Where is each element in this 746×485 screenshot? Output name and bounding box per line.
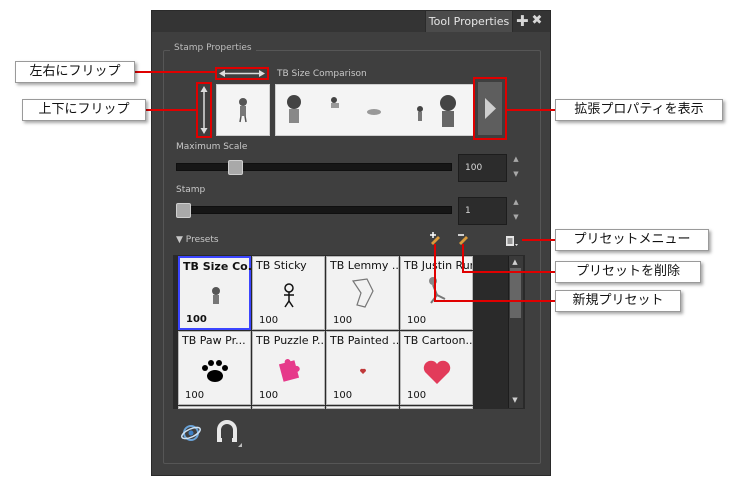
size-comparison-icons xyxy=(287,95,456,127)
maximum-scale-down-icon[interactable]: ▼ xyxy=(512,170,520,178)
magnet-icon[interactable] xyxy=(215,420,243,448)
add-view-icon[interactable]: ✚ xyxy=(516,13,529,29)
delete-preset-button[interactable] xyxy=(456,230,470,245)
menu-icon xyxy=(506,236,518,246)
stamp-down-icon[interactable]: ▼ xyxy=(512,213,520,221)
stick-figure-icon xyxy=(284,283,294,308)
figure-icon xyxy=(239,98,247,123)
new-preset-button[interactable] xyxy=(428,230,442,245)
new-preset-icon xyxy=(430,232,440,245)
preset-tile[interactable]: TB Lemmy ... 100 xyxy=(326,256,399,330)
tab-tool-properties[interactable]: Tool Properties xyxy=(425,11,513,32)
puzzle-icon xyxy=(278,359,300,382)
preset-tile[interactable]: TB Cartoon... 100 xyxy=(400,331,473,405)
presets-label: Presets xyxy=(185,235,219,245)
preset-size: 100 xyxy=(333,390,353,401)
maximum-scale-label: Maximum Scale xyxy=(176,142,248,152)
callout-leader xyxy=(522,239,555,241)
presets-scrollbar-thumb[interactable] xyxy=(510,268,521,318)
delete-preset-icon xyxy=(458,234,468,245)
preset-tile[interactable]: TB Puzzle P... 100 xyxy=(252,331,325,405)
callout-leader xyxy=(434,244,436,302)
callout-flip-vertical: 上下にフリップ xyxy=(22,99,146,121)
paw-icon xyxy=(202,360,228,382)
stamp-preview xyxy=(216,84,270,136)
flip-horizontal-button[interactable] xyxy=(215,67,269,80)
scroll-up-icon[interactable]: ▲ xyxy=(511,258,519,266)
scroll-down-icon[interactable]: ▼ xyxy=(511,396,519,404)
callout-leader xyxy=(135,71,217,73)
preset-size: 100 xyxy=(333,315,353,326)
preset-tile[interactable]: TB Sticky 100 xyxy=(252,256,325,330)
preset-size: 100 xyxy=(407,315,427,326)
show-extended-properties-button[interactable] xyxy=(478,82,502,135)
flip-vertical-button[interactable] xyxy=(196,82,212,138)
preset-tile[interactable]: TB Paw Pr... 100 xyxy=(178,331,251,405)
stamp-slider-track[interactable] xyxy=(176,206,452,214)
preset-menu-button[interactable] xyxy=(505,233,519,246)
callout-leader xyxy=(146,109,198,111)
stamp-field[interactable]: 1 xyxy=(458,197,507,225)
callout-show-extended: 拡張プロパティを表示 xyxy=(555,99,723,121)
size-comparison-label: TB Size Comparison xyxy=(277,69,367,79)
stamp-properties-label: Stamp Properties xyxy=(170,41,256,55)
stamp-up-icon[interactable]: ▲ xyxy=(512,198,520,206)
callout-flip-horizontal: 左右にフリップ xyxy=(15,61,135,83)
presets-toggle[interactable]: ▼ Presets xyxy=(176,234,219,246)
maximum-scale-slider-handle[interactable] xyxy=(228,160,244,175)
preset-size: 100 xyxy=(185,390,205,401)
maximum-scale-field[interactable]: 100 xyxy=(458,154,507,182)
callout-new-preset: 新規プリセット xyxy=(555,290,681,312)
callout-leader xyxy=(462,244,464,272)
double-arrow-vertical-icon xyxy=(200,86,208,134)
double-arrow-horizontal-icon xyxy=(219,70,265,77)
callout-leader xyxy=(507,109,555,111)
preset-tile[interactable]: TB Size Co...100 xyxy=(178,256,251,330)
small-heart-icon xyxy=(359,368,367,374)
callout-leader xyxy=(434,300,555,302)
heart-icon xyxy=(423,360,451,384)
stamp-label: Stamp xyxy=(176,185,206,195)
maximum-scale-up-icon[interactable]: ▲ xyxy=(512,155,520,163)
preset-tile-partial[interactable] xyxy=(178,406,251,409)
size-comparison-preview xyxy=(275,84,475,136)
stamp-slider-handle[interactable] xyxy=(176,203,191,218)
preset-tile-partial[interactable] xyxy=(400,406,473,409)
preset-tile-partial[interactable] xyxy=(252,406,325,409)
close-icon[interactable]: ✖ xyxy=(531,13,543,29)
triangle-right-icon xyxy=(485,98,496,119)
lemmy-icon xyxy=(351,278,374,308)
orbit-icon[interactable] xyxy=(180,422,202,444)
preset-size: 100 xyxy=(259,390,279,401)
figure-icon xyxy=(212,287,220,304)
preset-tile[interactable]: TB Painted ... 100 xyxy=(326,331,399,405)
preset-size: 100 xyxy=(259,315,279,326)
preset-tile-partial[interactable] xyxy=(326,406,399,409)
maximum-scale-slider-track[interactable] xyxy=(176,163,452,171)
preset-size: 100 xyxy=(407,390,427,401)
callout-delete-preset: プリセットを削除 xyxy=(555,261,701,283)
callout-leader xyxy=(462,271,555,273)
callout-preset-menu: プリセットメニュー xyxy=(555,229,709,251)
preset-size: 100 xyxy=(186,314,207,325)
triangle-down-icon: ▼ xyxy=(176,235,183,245)
